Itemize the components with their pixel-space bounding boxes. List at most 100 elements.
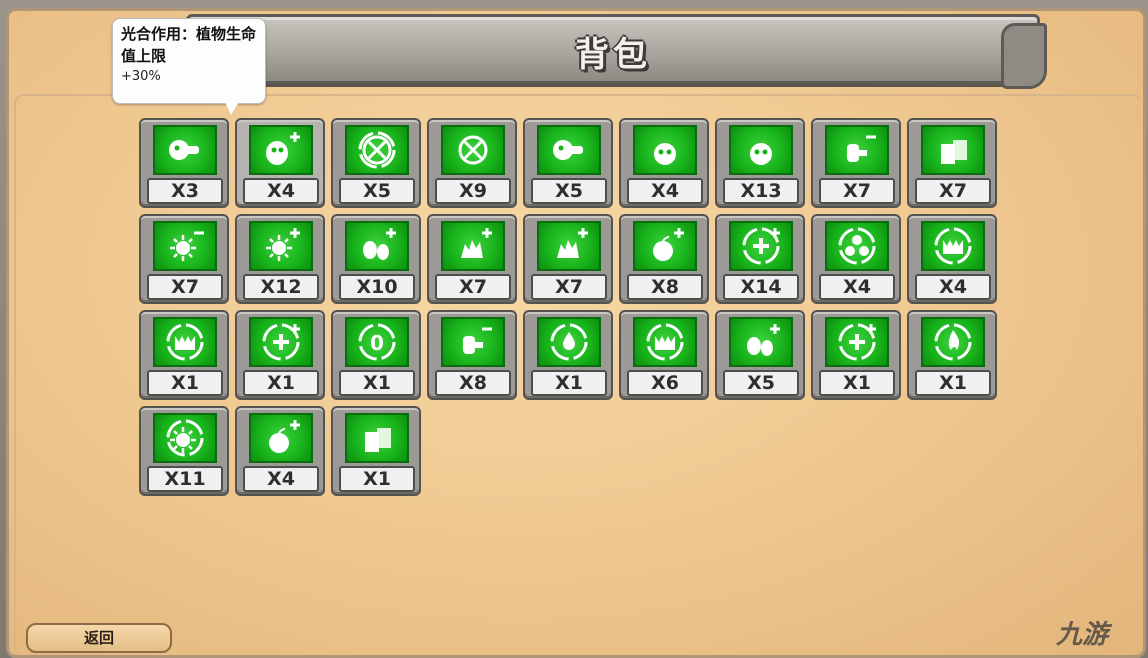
slot-frame: X7	[907, 118, 997, 208]
item-count: X1	[819, 370, 895, 396]
inventory-slot[interactable]: X12	[235, 214, 327, 306]
slot-frame: X1	[523, 310, 613, 400]
inventory-slot[interactable]: X4	[235, 118, 327, 210]
apple-plus-icon	[249, 413, 313, 463]
watermark-logo: 九游	[1056, 620, 1109, 650]
sun-burst-ring-icon	[153, 413, 217, 463]
item-count: X11	[147, 466, 223, 492]
inventory-slot[interactable]: X1	[907, 310, 999, 402]
slot-frame: X5	[331, 118, 421, 208]
slot-frame: X5	[523, 118, 613, 208]
tooltip-title: 光合作用：植物生命值上限	[121, 25, 257, 65]
inventory-slot[interactable]: X8	[619, 214, 711, 306]
inventory-slot[interactable]: X6	[619, 310, 711, 402]
inventory-slot[interactable]: X7	[139, 214, 231, 306]
jaws-ring-icon	[153, 317, 217, 367]
inventory-slot[interactable]: X5	[523, 118, 615, 210]
heal-plus-ring-icon	[729, 221, 793, 271]
item-count: X8	[435, 370, 511, 396]
item-count: X1	[243, 370, 319, 396]
slot-frame: X7	[139, 214, 229, 304]
inventory-slot[interactable]: X10	[331, 214, 423, 306]
inventory-slot[interactable]: 0 X1	[331, 310, 423, 402]
item-count: X7	[819, 178, 895, 204]
inventory-slot[interactable]: X1	[523, 310, 615, 402]
inventory-slot[interactable]: X7	[427, 214, 519, 306]
item-count: X5	[723, 370, 799, 396]
inventory-slot[interactable]: X4	[235, 406, 327, 498]
item-count: X9	[435, 178, 511, 204]
slot-frame: X5	[715, 310, 805, 400]
inventory-slot[interactable]: X1	[811, 310, 903, 402]
inventory-slot[interactable]: X1	[235, 310, 327, 402]
slot-frame: 0 X1	[331, 310, 421, 400]
slot-frame: X7	[811, 118, 901, 208]
target-x-icon	[441, 125, 505, 175]
inventory-slot[interactable]: X3	[139, 118, 231, 210]
inventory-slot[interactable]: X4	[907, 214, 999, 306]
back-button[interactable]: 返回	[26, 623, 172, 653]
inventory-slot[interactable]: X5	[715, 310, 807, 402]
item-count: X1	[531, 370, 607, 396]
inventory-slot[interactable]: X4	[811, 214, 903, 306]
eggs-plus-icon	[729, 317, 793, 367]
item-count: X1	[339, 466, 415, 492]
pea-plus-icon	[249, 125, 313, 175]
item-count: X7	[915, 178, 991, 204]
fruit-plus-icon	[633, 221, 697, 271]
slot-frame: X6	[619, 310, 709, 400]
seed-spiral-icon	[153, 125, 217, 175]
item-tooltip: 光合作用：植物生命值上限 +30%	[112, 18, 266, 115]
title-banner: 背包	[186, 14, 1047, 89]
zombie-head-icon	[633, 125, 697, 175]
slot-frame: X10	[331, 214, 421, 304]
inventory-slot[interactable]: X13	[715, 118, 807, 210]
plus-ring-icon	[249, 317, 313, 367]
inventory-slot[interactable]: X9	[427, 118, 519, 210]
slot-frame: X9	[427, 118, 517, 208]
item-count: X10	[339, 274, 415, 300]
double-plus-ring-icon	[825, 317, 889, 367]
item-count: X6	[627, 370, 703, 396]
item-count: X1	[339, 370, 415, 396]
zero-ring-icon: 0	[345, 317, 409, 367]
inventory-slot[interactable]: X7	[811, 118, 903, 210]
slot-frame: X1	[907, 310, 997, 400]
slot-frame: X1	[139, 310, 229, 400]
inventory-slot[interactable]: X8	[427, 310, 519, 402]
inventory-slot[interactable]: X14	[715, 214, 807, 306]
inventory-slot[interactable]: X4	[619, 118, 711, 210]
item-count: X7	[435, 274, 511, 300]
peashooter-icon	[537, 125, 601, 175]
slot-frame: X3	[139, 118, 229, 208]
hammer-minus-icon	[441, 317, 505, 367]
inventory-slot[interactable]: X7	[907, 118, 999, 210]
item-count: X13	[723, 178, 799, 204]
slot-frame: X8	[427, 310, 517, 400]
inventory-slot[interactable]: X7	[523, 214, 615, 306]
inventory-slot[interactable]: X1	[139, 310, 231, 402]
slot-frame: X12	[235, 214, 325, 304]
glove-minus-icon	[825, 125, 889, 175]
drop-ring-icon	[537, 317, 601, 367]
crosshair-ring-icon	[345, 125, 409, 175]
spiky-plus-icon	[441, 221, 505, 271]
clover-ring-icon	[825, 221, 889, 271]
slot-frame: X4	[235, 406, 325, 496]
inventory-slot[interactable]: X5	[331, 118, 423, 210]
item-count: X4	[915, 274, 991, 300]
item-count: X4	[627, 178, 703, 204]
slot-frame: X4	[235, 118, 325, 208]
inventory-slot[interactable]: X11	[139, 406, 231, 498]
gift-tools-icon	[345, 413, 409, 463]
item-count: X14	[723, 274, 799, 300]
slot-frame: X4	[619, 118, 709, 208]
flame-ring-icon	[921, 317, 985, 367]
jaws-ring-icon	[921, 221, 985, 271]
item-count: X4	[819, 274, 895, 300]
item-count: X5	[339, 178, 415, 204]
item-count: X3	[147, 178, 223, 204]
inventory-slot[interactable]: X1	[331, 406, 423, 498]
spiky-cactus-plus-icon	[537, 221, 601, 271]
item-count: X5	[531, 178, 607, 204]
